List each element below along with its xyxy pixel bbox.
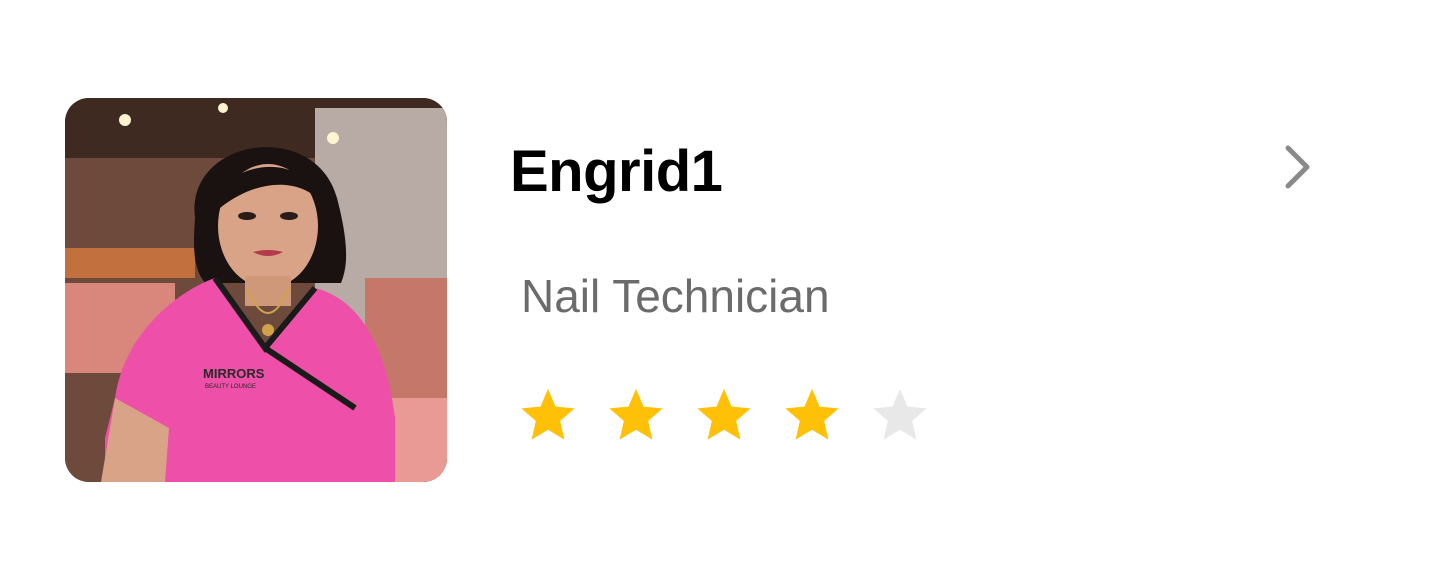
star-icon: [870, 386, 930, 444]
stylist-name: Engrid1: [510, 139, 723, 204]
stylist-photo: MIRRORS BEAUTY LOUNGE: [65, 98, 447, 482]
star-icon: [518, 386, 578, 444]
star-icon: [694, 386, 754, 444]
stylist-role: Nail Technician: [521, 270, 830, 322]
stylist-card[interactable]: MIRRORS BEAUTY LOUNGE Engrid1 Nail Techn…: [0, 0, 1440, 577]
uniform-brand-sub: BEAUTY LOUNGE: [205, 384, 256, 390]
star-icon: [606, 386, 666, 444]
star-icon: [782, 386, 842, 444]
chevron-right-icon[interactable]: [1276, 142, 1320, 192]
star-rating: [518, 386, 958, 444]
uniform-brand: MIRRORS: [203, 366, 265, 381]
